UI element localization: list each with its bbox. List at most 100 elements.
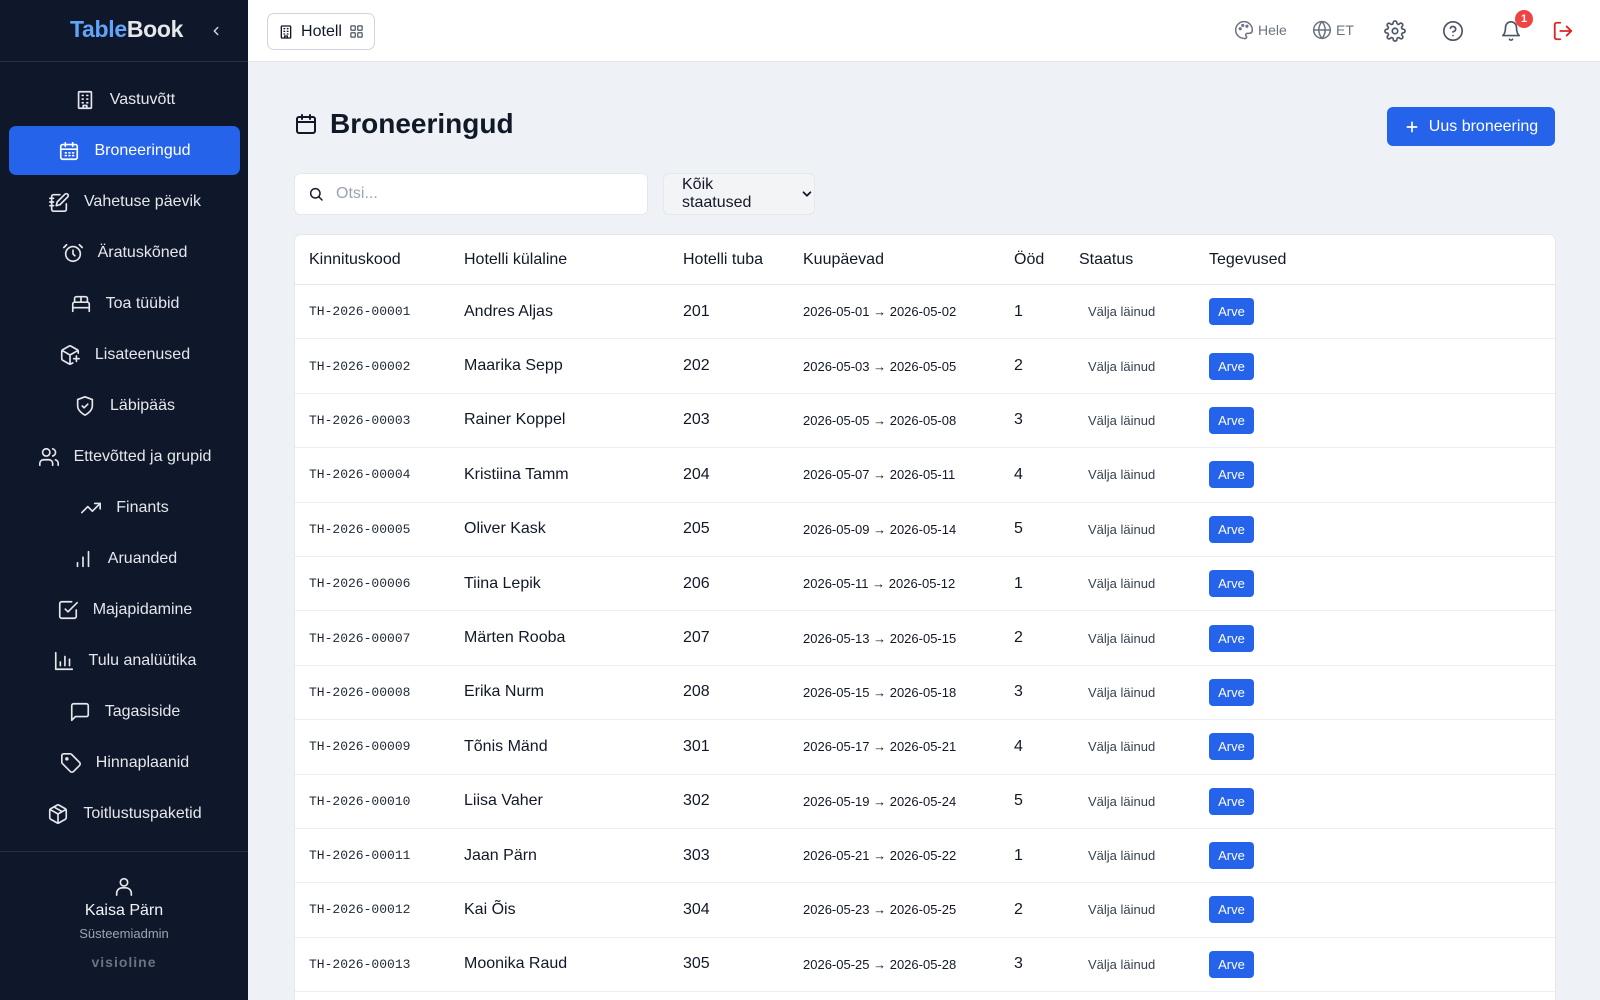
- sidebar-item-lisateenused[interactable]: Lisateenused: [9, 330, 240, 379]
- status-filter-value: Kõik staatused: [682, 176, 752, 211]
- nights-count: 2: [1014, 900, 1023, 918]
- bar-chart-icon: [76, 550, 90, 567]
- chart-column-icon: [54, 651, 73, 670]
- table-row[interactable]: TH-2026-00003 Rainer Koppel 203 2026-05-05 …: [295, 394, 1555, 449]
- sidebar-item-majapidamine[interactable]: Majapidamine: [9, 585, 240, 634]
- sidebar-item-toitlustuspaketid[interactable]: Toitlustuspaketid: [9, 789, 240, 838]
- booking-dates: 2026-05-11 → 2026-05-12: [803, 576, 956, 592]
- sidebar-item-tagasiside[interactable]: Tagasiside: [9, 687, 240, 736]
- column-header[interactable]: Staatus: [1079, 251, 1209, 269]
- sidebar-item-label: Läbipääs: [110, 396, 175, 414]
- user-profile[interactable]: [0, 874, 248, 898]
- table-row[interactable]: TH-2026-00009 Tõnis Mänd 301 2026-05-17 → 2…: [295, 720, 1555, 775]
- column-header[interactable]: Kinnituskood: [295, 251, 464, 269]
- sidebar-item-labipaas[interactable]: Läbipääs: [9, 381, 240, 430]
- invoice-button[interactable]: Arve: [1209, 570, 1254, 598]
- invoice-button[interactable]: Arve: [1209, 461, 1254, 489]
- booking-dates: 2026-05-15 → 2026-05-18: [803, 684, 957, 700]
- column-header[interactable]: Kuupäevad: [803, 251, 1014, 269]
- invoice-button[interactable]: Arve: [1209, 406, 1254, 434]
- grid-icon: [350, 25, 363, 38]
- invoice-button[interactable]: Arve: [1209, 298, 1254, 326]
- booking-code: TH-2026-00006: [309, 576, 411, 592]
- table-row[interactable]: TH-2026-00012 Kai Õis 304 2026-05-23 → 2026…: [295, 883, 1555, 938]
- booking-dates: 2026-05-09 → 2026-05-14: [803, 521, 957, 537]
- table-row[interactable]: TH-2026-00013 Moonika Raud 305 2026-05-25 →…: [295, 938, 1555, 993]
- table-row[interactable]: TH-2026-00005 Oliver Kask 205 2026-05-09 → …: [295, 503, 1555, 557]
- booking-dates: 2026-05-13 → 2026-05-15: [803, 630, 957, 646]
- new-booking-button[interactable]: Uus broneering: [1387, 107, 1555, 146]
- invoice-button[interactable]: Arve: [1209, 515, 1254, 543]
- booking-code: TH-2026-00012: [309, 902, 411, 918]
- sidebar-item-ettevotted-ja-grupid[interactable]: Ettevõtted ja grupid: [9, 432, 240, 481]
- room-number: 302: [683, 792, 710, 810]
- status-filter-select[interactable]: Kõik staatused: [663, 173, 815, 215]
- search-box[interactable]: [294, 173, 648, 215]
- notification-badge: 1: [1515, 10, 1533, 28]
- sidebar-item-broneeringud[interactable]: Broneeringud: [9, 126, 240, 175]
- nights-count: 3: [1014, 683, 1023, 701]
- help-button[interactable]: [1440, 18, 1466, 44]
- package-plus-icon: [60, 344, 80, 365]
- theme-toggle[interactable]: Hele: [1234, 20, 1287, 40]
- sidebar-item-hinnaplaanid[interactable]: Hinnaplaanid: [9, 738, 240, 787]
- room-number: 202: [683, 357, 710, 375]
- user-name: Kaisa Pärn: [84, 902, 164, 919]
- topbar: Hotell Hele ET 1: [248, 0, 1600, 62]
- table-row[interactable]: TH-2026-00004 Kristiina Tamm 204 2026-05-07…: [295, 448, 1555, 503]
- status-badge: Välja läinud: [1088, 902, 1156, 918]
- language-switcher[interactable]: ET: [1312, 20, 1354, 40]
- sidebar-item-label: Toitlustuspaketid: [83, 804, 202, 822]
- status-badge: Välja läinud: [1088, 576, 1156, 592]
- invoice-button[interactable]: Arve: [1209, 787, 1254, 815]
- table-row[interactable]: TH-2026-00010 Liisa Vaher 302 2026-05-19 → …: [295, 775, 1555, 829]
- calendar-icon: [296, 114, 316, 134]
- invoice-button[interactable]: Arve: [1209, 896, 1254, 924]
- collapse-sidebar-button[interactable]: [205, 18, 227, 44]
- room-number: 205: [683, 520, 710, 538]
- tag-icon: [60, 752, 81, 773]
- invoice-button[interactable]: Arve: [1209, 352, 1254, 380]
- sidebar-item-toa-tuubid[interactable]: Toa tüübid: [9, 279, 240, 328]
- guest-name: Maarika Sepp: [464, 357, 563, 375]
- app-logo[interactable]: TableBook: [70, 16, 183, 43]
- notebook-pen-icon: [48, 192, 69, 212]
- nights-count: 1: [1014, 574, 1023, 592]
- nights-count: 2: [1014, 357, 1023, 375]
- table-row[interactable]: TH-2026-00002 Maarika Sepp 202 2026-05-03 →…: [295, 339, 1555, 394]
- invoice-button[interactable]: Arve: [1209, 842, 1254, 870]
- sidebar-item-label: Lisateenused: [94, 345, 191, 363]
- module-switcher-button[interactable]: Hotell: [267, 13, 375, 50]
- table-row[interactable]: TH-2026-00007 Märten Rooba 207 2026-05-13 →…: [295, 611, 1555, 666]
- sidebar-item-aruanded[interactable]: Aruanded: [9, 534, 240, 583]
- room-number: 203: [683, 411, 710, 429]
- table-row[interactable]: TH-2026-00011 Jaan Pärn 303 2026-05-21 → 20…: [295, 829, 1555, 884]
- booking-code: TH-2026-00003: [309, 412, 411, 428]
- notifications-button[interactable]: 1: [1498, 10, 1533, 44]
- room-number: 204: [683, 465, 710, 483]
- sidebar-item-vastuvott[interactable]: Vastuvõtt: [9, 75, 240, 124]
- table-header: Kinnituskood Hotelli külaline Hotelli tu…: [295, 235, 1555, 285]
- table-row[interactable]: TH-2026-00008 Erika Nurm 208 2026-05-15 → 2…: [295, 666, 1555, 721]
- column-header[interactable]: Hotelli külaline: [464, 251, 683, 269]
- sidebar-item-aratuskoned[interactable]: Äratuskõned: [9, 228, 240, 277]
- page-title: Broneeringud: [294, 108, 514, 140]
- table-row[interactable]: TH-2026-00001 Andres Aljas 201 2026-05-01 →…: [295, 285, 1555, 340]
- invoice-button[interactable]: Arve: [1209, 624, 1254, 652]
- status-badge: Välja läinud: [1088, 521, 1156, 537]
- column-header[interactable]: Hotelli tuba: [683, 251, 803, 269]
- search-input[interactable]: [336, 185, 626, 203]
- invoice-button[interactable]: Arve: [1209, 678, 1254, 706]
- booking-dates: 2026-05-07 → 2026-05-11: [803, 467, 956, 483]
- sidebar-header: TableBook: [0, 0, 248, 62]
- invoice-button[interactable]: Arve: [1209, 733, 1254, 761]
- invoice-button[interactable]: Arve: [1209, 950, 1254, 978]
- sidebar-item-finants[interactable]: Finants: [9, 483, 240, 532]
- sidebar-item-label: Äratuskõned: [97, 243, 188, 261]
- settings-button[interactable]: [1382, 18, 1408, 44]
- sidebar-item-vahetuse-paevik[interactable]: Vahetuse päevik: [9, 177, 240, 226]
- column-header[interactable]: Ööd: [1014, 251, 1079, 269]
- sidebar-item-tulu-analuutika[interactable]: Tulu analüütika: [9, 636, 240, 685]
- table-row[interactable]: TH-2026-00006 Tiina Lepik 206 2026-05-11 → …: [295, 557, 1555, 612]
- logout-button[interactable]: [1550, 18, 1576, 44]
